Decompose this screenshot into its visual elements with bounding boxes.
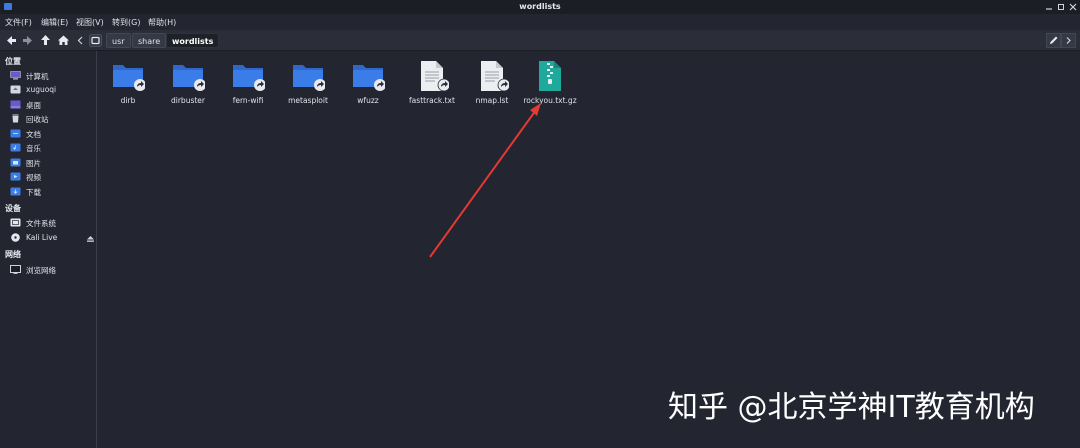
sidebar-item-pictures[interactable]: 图片 [10,157,96,169]
file-name: wfuzz [357,96,379,105]
pencil-icon [1050,36,1058,44]
menu-file[interactable]: 文件(F) [5,17,32,28]
sidebar-item-label: Kali Live [26,233,58,242]
sidebar-item-desktop[interactable]: 桌面 [10,99,96,111]
menu-edit[interactable]: 编辑(E) [41,17,68,28]
menu-help[interactable]: 帮助(H) [148,17,176,28]
text-file-link-icon [481,61,509,92]
sidebar-item-label: xuguoqi [26,85,57,94]
menu-go[interactable]: 转到(G) [112,17,140,28]
scroll-right-button[interactable] [1061,33,1076,48]
maximize-button[interactable] [1057,3,1065,11]
breadcrumb-wordlists[interactable]: wordlists [166,33,220,48]
toolbar: usr share wordlists [0,30,1080,51]
computer-icon [10,71,21,80]
drive-icon [89,34,102,47]
menu-bar: 文件(F) 编辑(E) 视图(V) 转到(G) 帮助(H) [0,14,1080,30]
network-icon [10,265,21,274]
sidebar-heading-network: 网络 [5,250,21,259]
sidebar-item-label: 浏览网络 [26,266,56,275]
archive-file-icon [539,61,561,91]
home-folder-icon [10,85,21,94]
breadcrumb-share[interactable]: share [132,33,167,48]
forward-arrow-icon [23,36,32,45]
back-arrow-icon [7,36,16,45]
file-item-dirbuster[interactable]: dirbuster [158,59,218,109]
file-item-dirb[interactable]: dirb [98,59,158,109]
home-button[interactable] [56,33,71,48]
folder-link-icon [293,65,325,91]
sidebar-item-documents[interactable]: 文档 [10,128,96,140]
sidebar-item-videos[interactable]: 视频 [10,171,96,183]
desktop-icon [10,100,21,109]
location-toggle [1046,33,1076,48]
folder-link-icon [353,65,385,91]
music-folder-icon [10,143,21,152]
folder-link-icon [173,65,205,91]
sidebar-heading-places: 位置 [5,57,21,66]
sidebar-item-kali-live[interactable]: Kali Live [10,232,96,244]
close-button[interactable] [1069,3,1077,11]
sidebar: 位置 计算机 xuguoqi 桌面 回收站 文档 音乐 图片 视频 下载 设备 … [0,51,97,448]
downloads-folder-icon [10,187,21,196]
edit-location-button[interactable] [1046,33,1061,48]
sidebar-item-home[interactable]: xuguoqi [10,84,96,96]
watermark: 知乎 @北京学神IT教育机构 [668,390,1035,425]
title-bar: wordlists [0,0,1080,14]
sidebar-item-trash[interactable]: 回收站 [10,113,96,125]
sidebar-item-music[interactable]: 音乐 [10,142,96,154]
root-location-button[interactable] [88,33,103,48]
folder-link-icon [233,65,265,91]
up-arrow-icon [41,35,50,45]
sidebar-item-label: 视频 [26,173,41,182]
pictures-folder-icon [10,158,21,167]
sidebar-item-label: 下载 [26,188,41,197]
sidebar-item-label: 回收站 [26,115,49,124]
file-item-nmap[interactable]: nmap.lst [462,59,522,109]
back-button[interactable] [4,33,19,48]
forward-button[interactable] [20,33,35,48]
minimize-button[interactable] [1045,3,1053,11]
scroll-left-button[interactable] [73,33,88,48]
file-item-wfuzz[interactable]: wfuzz [338,59,398,109]
breadcrumb-usr[interactable]: usr [106,33,131,48]
sidebar-item-label: 文件系统 [26,219,56,228]
sidebar-item-label: 计算机 [26,72,49,81]
window-title: wordlists [519,2,561,11]
sidebar-item-browse-network[interactable]: 浏览网络 [10,264,96,276]
file-item-metasploit[interactable]: metasploit [278,59,338,109]
file-item-rockyou[interactable]: rockyou.txt.gz [520,59,580,109]
sidebar-item-label: 桌面 [26,101,41,110]
file-item-fasttrack[interactable]: fasttrack.txt [402,59,462,109]
sidebar-item-downloads[interactable]: 下载 [10,186,96,198]
sidebar-heading-devices: 设备 [5,204,21,213]
text-file-link-icon [421,61,449,92]
drive-icon [10,218,21,227]
sidebar-item-filesystem[interactable]: 文件系统 [10,217,96,229]
up-button[interactable] [38,33,53,48]
file-name: rockyou.txt.gz [523,96,577,105]
disc-icon [11,233,20,242]
sidebar-item-computer[interactable]: 计算机 [10,70,96,82]
documents-folder-icon [10,129,21,138]
sidebar-item-label: 音乐 [26,144,41,153]
trash-icon [12,114,19,123]
sidebar-item-label: 文档 [26,130,41,139]
chevron-left-icon [77,36,83,45]
sidebar-item-label: 图片 [26,159,41,168]
videos-folder-icon [10,172,21,181]
folder-link-icon [113,65,145,91]
menu-view[interactable]: 视图(V) [76,17,104,28]
chevron-right-icon [1066,37,1071,44]
eject-icon[interactable] [87,236,94,242]
file-item-fern-wifi[interactable]: fern-wifi [218,59,278,109]
home-icon [58,35,69,45]
